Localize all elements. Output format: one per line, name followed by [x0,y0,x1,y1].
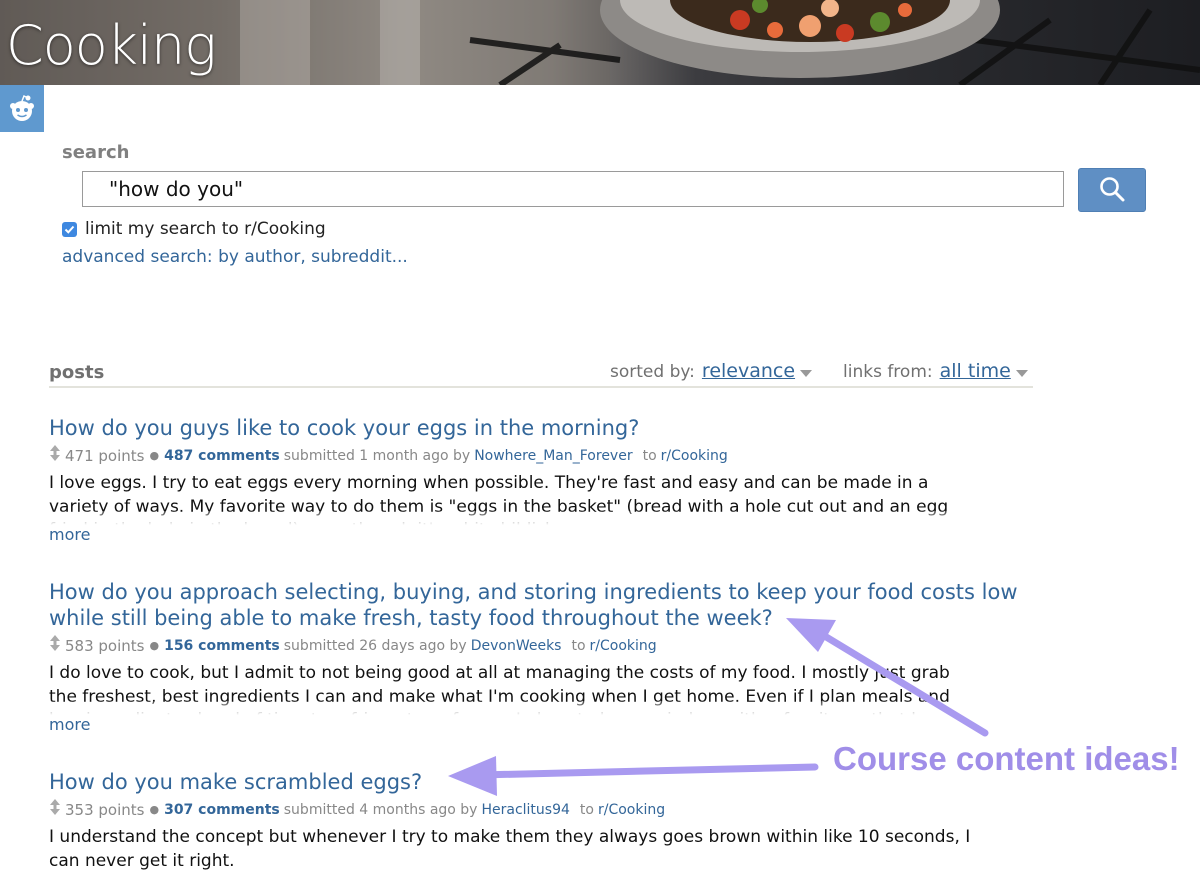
advanced-search-link[interactable]: advanced search: by author, subreddit... [62,247,408,267]
time-filter-dropdown[interactable]: links from: all time [843,360,1028,382]
checkmark-icon [64,225,75,234]
reddit-alien-icon[interactable] [0,85,44,132]
limit-search-checkbox[interactable] [62,221,77,237]
search-input[interactable] [82,171,1064,207]
comments-link[interactable]: 307 comments [164,800,280,820]
subreddit-link[interactable]: r/Cooking [590,636,657,656]
points: 583 points [65,636,145,655]
sort-value[interactable]: relevance [702,360,795,382]
comments-link[interactable]: 156 comments [164,636,280,656]
subreddit-link[interactable]: r/Cooking [661,446,728,466]
separator-dot: ● [149,802,160,816]
to-text: to [571,637,586,654]
subreddit-link[interactable]: r/Cooking [598,800,665,820]
result-title[interactable]: How do you approach selecting, buying, a… [49,579,1039,631]
author-link[interactable]: DevonWeeks [471,636,562,656]
search-result: How do you approach selecting, buying, a… [49,579,1039,734]
excerpt-fade [49,511,1039,525]
links-from-label: links from: [843,362,933,382]
separator-dot: ● [149,448,160,462]
more-link[interactable]: more [49,715,1039,734]
annotation-text: Course content ideas! [833,740,1180,777]
magnifier-icon [1099,176,1125,205]
subreddit-banner: Cooking [0,0,1200,85]
result-excerpt: I understand the concept but whenever I … [49,827,971,871]
subreddit-title[interactable]: Cooking [6,14,217,77]
search-result: How do you guys like to cook your eggs i… [49,415,1039,544]
caret-down-icon[interactable] [800,370,813,377]
result-meta: 353 points ● 307 comments submitted 4 mo… [49,799,1039,820]
updown-arrow-icon [49,445,61,466]
excerpt-wrap: I love eggs. I try to eat eggs every mor… [49,472,1039,525]
submitted-text: submitted 1 month ago by [283,447,471,464]
result-meta: 583 points ● 156 comments submitted 26 d… [49,635,1039,656]
excerpt-fade [49,701,1039,715]
updown-arrow-icon [49,799,61,820]
submitted-text: submitted 26 days ago by [283,637,467,654]
limit-search-label[interactable]: limit my search to r/Cooking [85,219,326,239]
excerpt-wrap: I do love to cook, but I admit to not be… [49,662,1039,715]
author-link[interactable]: Heraclitus94 [481,800,569,820]
updown-arrow-icon [49,635,61,656]
to-text: to [579,801,594,818]
posts-label: posts [49,362,105,383]
points: 353 points [65,800,145,819]
limit-search-row: limit my search to r/Cooking [62,219,326,239]
more-link[interactable]: more [49,525,1039,544]
time-filter-value[interactable]: all time [940,360,1011,382]
sort-dropdown[interactable]: sorted by: relevance [610,360,813,382]
to-text: to [642,447,657,464]
comments-link[interactable]: 487 comments [164,446,280,466]
separator-dot: ● [149,638,160,652]
posts-header: posts sorted by: relevance links from: a… [49,360,1033,388]
submitted-text: submitted 4 months ago by [283,801,478,818]
points: 471 points [65,446,145,465]
search-button[interactable] [1078,168,1146,212]
sorted-by-label: sorted by: [610,362,695,382]
search-result: How do you make scrambled eggs? 353 poin… [49,769,1039,873]
result-title[interactable]: How do you guys like to cook your eggs i… [49,415,1039,441]
search-label: search [62,142,130,163]
caret-down-icon[interactable] [1015,370,1028,377]
result-meta: 471 points ● 487 comments submitted 1 mo… [49,445,1039,466]
author-link[interactable]: Nowhere_Man_Forever [474,446,632,466]
